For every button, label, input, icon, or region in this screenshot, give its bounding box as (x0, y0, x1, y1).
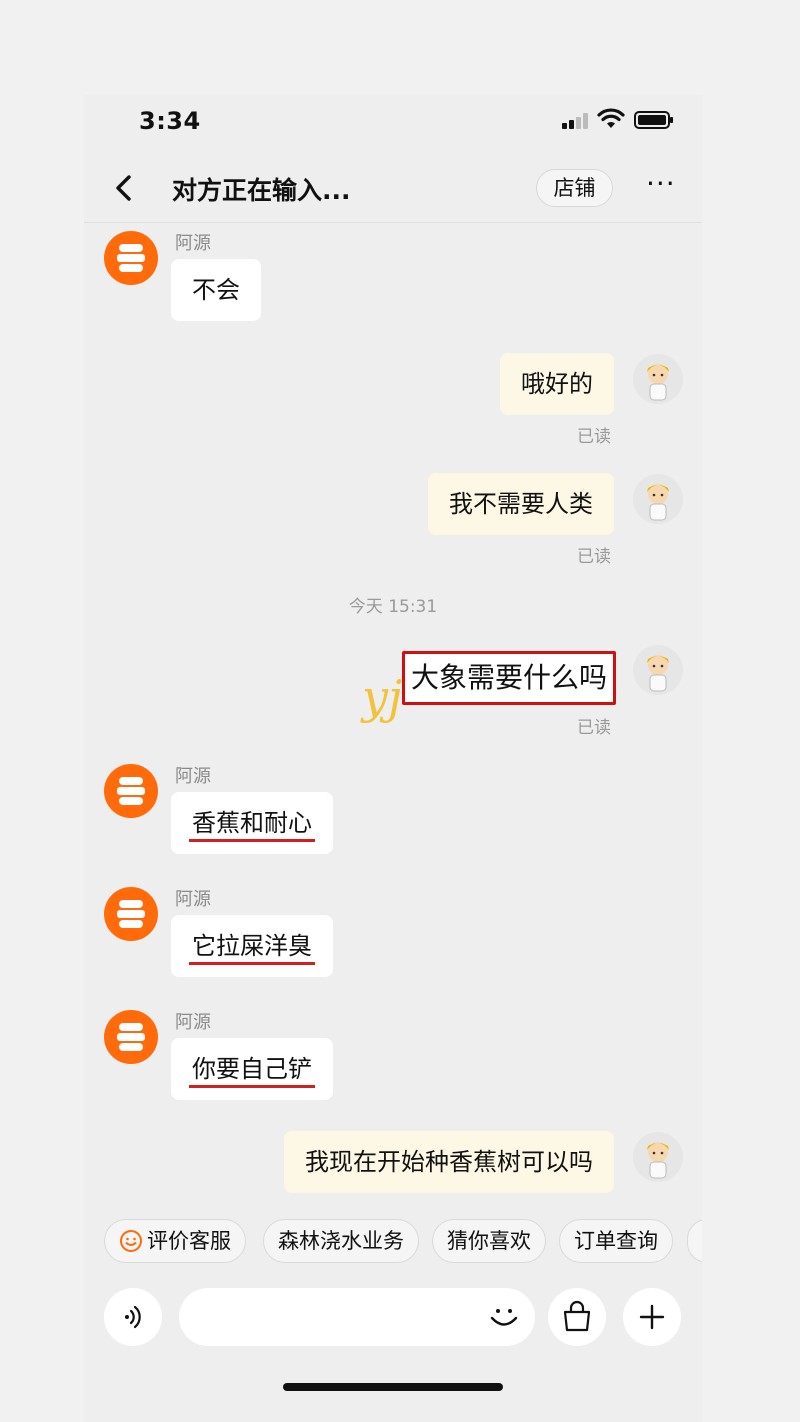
wifi-icon (597, 108, 625, 128)
watermark: yj (362, 670, 403, 724)
quick-reply-guess-you-like[interactable]: 猜你喜欢 (432, 1219, 546, 1263)
timestamp: 今天 15:31 (348, 597, 438, 617)
quick-reply-rate-service[interactable]: 评价客服 (104, 1219, 246, 1263)
sender-name: 阿源 (175, 233, 211, 254)
emoji-icon[interactable] (486, 1299, 522, 1335)
read-receipt: 已读 (577, 427, 611, 447)
read-receipt: 已读 (577, 718, 611, 738)
user-avatar-icon (647, 484, 669, 521)
message-text: 香蕉和耐心 (192, 809, 312, 837)
quick-reply-more[interactable] (687, 1219, 702, 1263)
screen-background: 3:34 对方正在输入... 店铺 ··· 阿源 不会 哦好的 已读 我不需要人… (0, 0, 800, 1422)
shop-avatar[interactable] (104, 231, 158, 285)
message-bubble-outgoing[interactable]: 我不需要人类 (428, 473, 614, 535)
home-indicator (283, 1383, 503, 1391)
message-list: 阿源 不会 哦好的 已读 我不需要人类 已读 今天 15:31 大象需要什么吗 … (84, 224, 702, 1204)
quick-reply-order-query[interactable]: 订单查询 (559, 1219, 673, 1263)
voice-button[interactable] (104, 1288, 162, 1346)
smile-icon (120, 1230, 142, 1252)
message-input[interactable] (179, 1288, 535, 1346)
user-avatar[interactable] (633, 354, 683, 404)
shop-button[interactable]: 店铺 (536, 169, 613, 207)
user-avatar-icon (647, 364, 669, 401)
chat-screen: 3:34 对方正在输入... 店铺 ··· 阿源 不会 哦好的 已读 我不需要人… (84, 95, 702, 1422)
bag-icon (563, 1300, 591, 1332)
message-text: 它拉屎洋臭 (192, 932, 312, 960)
plus-icon (639, 1304, 665, 1330)
chip-label: 评价客服 (147, 1229, 231, 1253)
red-underline (189, 839, 315, 842)
signal-icon (562, 113, 590, 129)
battery-icon (634, 111, 673, 129)
sender-name: 阿源 (175, 889, 211, 910)
user-avatar-icon (647, 1142, 669, 1179)
status-bar: 3:34 (84, 95, 702, 155)
message-bubble-incoming[interactable]: 你要自己铲 (171, 1038, 333, 1100)
message-text: 你要自己铲 (192, 1055, 312, 1083)
shop-logo-icon (117, 1023, 145, 1051)
shop-logo-icon (117, 244, 145, 272)
red-underline (189, 962, 315, 965)
message-bubble-incoming[interactable]: 它拉屎洋臭 (171, 915, 333, 977)
message-bubble-outgoing-highlighted[interactable]: 大象需要什么吗 (401, 651, 616, 705)
shop-logo-icon (117, 777, 145, 805)
chat-title: 对方正在输入... (172, 176, 351, 205)
back-icon[interactable] (109, 171, 139, 205)
quick-reply-forest-watering[interactable]: 森林浇水业务 (263, 1219, 419, 1263)
input-bar (84, 1277, 702, 1422)
user-avatar[interactable] (633, 1132, 683, 1182)
message-bubble-outgoing[interactable]: 我现在开始种香蕉树可以吗 (284, 1131, 614, 1193)
more-icon[interactable]: ··· (646, 170, 680, 203)
chat-header: 对方正在输入... 店铺 ··· (84, 155, 702, 223)
voice-icon (125, 1305, 141, 1329)
user-avatar[interactable] (633, 645, 683, 695)
shopping-bag-button[interactable] (548, 1288, 606, 1346)
shop-avatar[interactable] (104, 887, 158, 941)
user-avatar-icon (647, 655, 669, 692)
read-receipt: 已读 (577, 547, 611, 567)
message-bubble-outgoing[interactable]: 哦好的 (500, 353, 614, 415)
shop-avatar[interactable] (104, 764, 158, 818)
sender-name: 阿源 (175, 766, 211, 787)
sender-name: 阿源 (175, 1012, 211, 1033)
quick-reply-bar: 评价客服 森林浇水业务 猜你喜欢 订单查询 (84, 1205, 702, 1277)
add-button[interactable] (623, 1288, 681, 1346)
user-avatar[interactable] (633, 474, 683, 524)
red-underline (189, 1085, 315, 1088)
message-bubble-incoming[interactable]: 香蕉和耐心 (171, 792, 333, 854)
shop-logo-icon (117, 900, 145, 928)
status-time: 3:34 (139, 107, 201, 135)
message-bubble-incoming[interactable]: 不会 (171, 259, 261, 321)
shop-avatar[interactable] (104, 1010, 158, 1064)
